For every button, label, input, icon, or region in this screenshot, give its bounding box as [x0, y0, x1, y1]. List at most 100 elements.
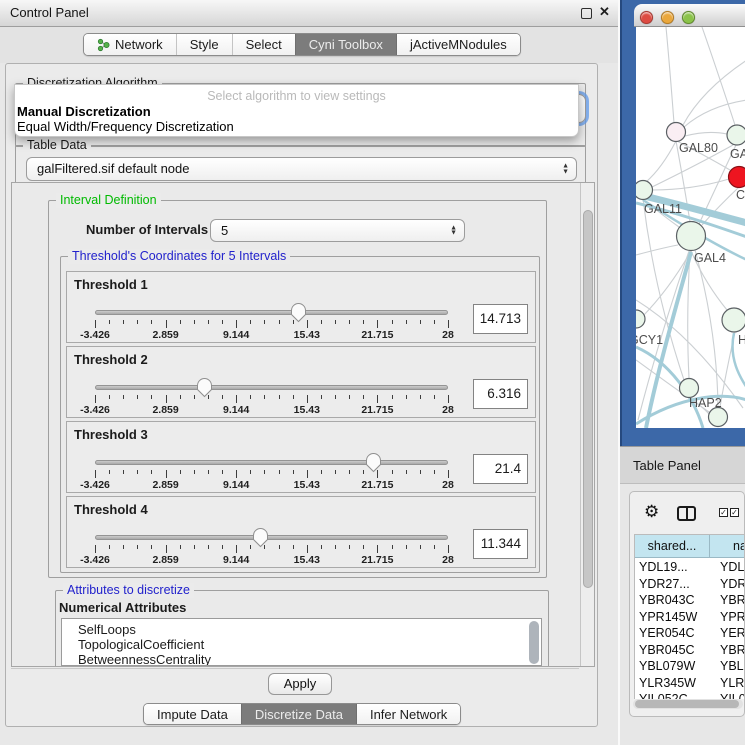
algorithm-dropdown-popup: Select algorithm to view settings Manual… [14, 84, 579, 137]
table-row[interactable]: YBR043CYBR0 [635, 592, 745, 609]
number-of-intervals-label: Number of Intervals [86, 222, 208, 237]
threshold-1-slider[interactable]: -3.4262.8599.14415.4321.71528 [67, 272, 535, 342]
gear-icon[interactable]: ⚙ [644, 503, 659, 521]
tab-jactivemnodules-label: jActiveMNodules [410, 37, 507, 52]
node-label: GAL4 [694, 251, 726, 265]
attributes-group: Attributes to discretize Numerical Attri… [55, 590, 549, 667]
slider-ticks [95, 545, 448, 554]
network-node[interactable] [709, 408, 728, 427]
checkbox-icon: ✓ [730, 508, 739, 517]
attribute-list-item[interactable]: BetweennessCentrality [62, 652, 541, 666]
tab-network-label: Network [115, 37, 163, 52]
slider-track[interactable] [95, 385, 448, 390]
network-node[interactable] [667, 123, 686, 142]
popup-option-manual-discretization[interactable]: Manual Discretization [17, 104, 151, 119]
close-icon[interactable]: ✕ [599, 4, 610, 20]
table-row[interactable]: YDL19...YDL1 [635, 559, 745, 576]
list-scrollbar[interactable] [529, 621, 539, 664]
network-node[interactable] [677, 222, 706, 251]
table-row[interactable]: YLR345WYLR3 [635, 675, 745, 692]
network-node[interactable] [680, 379, 699, 398]
table-row[interactable]: YBL079WYBL0 [635, 658, 745, 675]
cyni-toolbox-panel: Discretization Algorithm Select algorith… [5, 63, 598, 727]
zoom-traffic-light-icon[interactable] [682, 11, 695, 24]
tab-cyni-toolbox-label: Cyni Toolbox [309, 37, 383, 52]
tab-impute-data[interactable]: Impute Data [144, 704, 241, 724]
slider-track[interactable] [95, 535, 448, 540]
table-row[interactable]: YIL052CYIL0 [635, 691, 745, 699]
tab-infer-network-label: Infer Network [370, 707, 447, 722]
tab-network[interactable]: Network [84, 34, 176, 55]
node-attribute-table: shared... na YDL19...YDL1YDR27...YDR2YBR… [634, 534, 745, 699]
network-canvas[interactable]: GAL80GACGAL11GAL4GCY1HHAP2 [636, 27, 745, 428]
network-node[interactable] [636, 310, 645, 328]
slider-thumb[interactable] [290, 302, 307, 323]
slider-ticks [95, 395, 448, 404]
network-graph: GAL80GACGAL11GAL4GCY1HHAP2 [636, 27, 745, 428]
network-icon [97, 38, 110, 52]
horizontal-scrollbar[interactable] [633, 699, 743, 709]
numerical-attributes-list[interactable]: SelfLoopsTopologicalCoefficientBetweenne… [61, 618, 542, 666]
control-panel-titlebar: Control Panel ✕ [0, 0, 618, 27]
table-row[interactable]: YER054CYER0 [635, 625, 745, 642]
slider-thumb[interactable] [365, 452, 382, 473]
tab-select[interactable]: Select [232, 34, 295, 55]
tab-jactivemnodules[interactable]: jActiveMNodules [396, 34, 520, 55]
threshold-1-value-field[interactable]: 14.713 [473, 304, 528, 334]
threshold-3-slider[interactable]: -3.4262.8599.14415.4321.71528 [67, 422, 535, 492]
settings-scrollpane: Interval Definition Number of Intervals … [11, 182, 595, 667]
threshold-4-slider[interactable]: -3.4262.8599.14415.4321.71528 [67, 497, 535, 567]
numerical-attributes-label: Numerical Attributes [59, 600, 186, 615]
slider-tick-labels: -3.4262.8599.14415.4321.71528 [95, 479, 448, 491]
network-node[interactable] [729, 167, 745, 188]
popup-option-equal-width-frequency[interactable]: Equal Width/Frequency Discretization [17, 119, 234, 134]
slider-thumb[interactable] [252, 527, 269, 548]
slider-track[interactable] [95, 310, 448, 315]
slider-tick-labels: -3.4262.8599.14415.4321.71528 [95, 329, 448, 341]
network-window-titlebar[interactable] [634, 4, 745, 27]
network-node[interactable] [727, 125, 745, 145]
slider-thumb[interactable] [196, 377, 213, 398]
threshold-4-value-field[interactable]: 11.344 [473, 529, 528, 559]
threshold-2-slider[interactable]: -3.4262.8599.14415.4321.71528 [67, 347, 535, 417]
tab-infer-network[interactable]: Infer Network [356, 704, 460, 724]
minimize-traffic-light-icon[interactable] [661, 11, 674, 24]
stepper-arrows-icon: ▲▼ [562, 164, 569, 175]
vertical-scrollbar-thumb[interactable] [583, 210, 593, 588]
close-traffic-light-icon[interactable] [640, 11, 653, 24]
slider-ticks [95, 320, 448, 329]
threshold-3-value-field[interactable]: 21.4 [473, 454, 528, 484]
table-panel-container: ⚙ ✓ ✓ shared... na YDL19...YDL1YDR27...Y… [629, 491, 745, 717]
tab-discretize-data[interactable]: Discretize Data [241, 704, 356, 724]
select-columns-icon[interactable]: ✓ ✓ [719, 508, 739, 517]
slider-tick-labels: -3.4262.8599.14415.4321.71528 [95, 554, 448, 566]
table-row[interactable]: YPR145WYPR1 [635, 609, 745, 626]
attribute-list-item[interactable]: TopologicalCoefficient [62, 637, 541, 652]
number-of-intervals-combobox[interactable]: 5 ▲▼ [210, 219, 465, 242]
node-label: C [736, 188, 745, 202]
network-node[interactable] [722, 308, 745, 332]
float-window-icon[interactable] [581, 8, 592, 19]
apply-button[interactable]: Apply [268, 673, 332, 695]
table-row[interactable]: YDR27...YDR2 [635, 576, 745, 593]
column-header-shared-name[interactable]: shared... [635, 535, 710, 558]
table-row[interactable]: YBR045CYBR0 [635, 642, 745, 659]
horizontal-scrollbar-thumb[interactable] [635, 700, 739, 708]
network-node[interactable] [636, 181, 653, 200]
slider-track[interactable] [95, 460, 448, 465]
popup-placeholder-option: Select algorithm to view settings [15, 89, 578, 103]
tab-cyni-toolbox[interactable]: Cyni Toolbox [295, 34, 396, 55]
threshold-2-value-field[interactable]: 6.316 [473, 379, 528, 409]
thresholds-group: Threshold's Coordinates for 5 Intervals … [60, 256, 540, 573]
tab-style[interactable]: Style [176, 34, 232, 55]
bottom-tabs: Impute Data Discretize Data Infer Networ… [143, 703, 461, 725]
checkbox-icon: ✓ [719, 508, 728, 517]
tab-impute-data-label: Impute Data [157, 707, 228, 722]
table-data-combobox[interactable]: galFiltered.sif default node ▲▼ [26, 157, 577, 181]
table-data-group: Table Data galFiltered.sif default node … [15, 145, 586, 185]
column-header-name[interactable]: na [710, 535, 745, 558]
vertical-scrollbar[interactable] [580, 183, 595, 666]
columns-icon[interactable] [677, 506, 696, 521]
attribute-list-item[interactable]: SelfLoops [62, 622, 541, 637]
window-title: Control Panel [10, 0, 89, 26]
